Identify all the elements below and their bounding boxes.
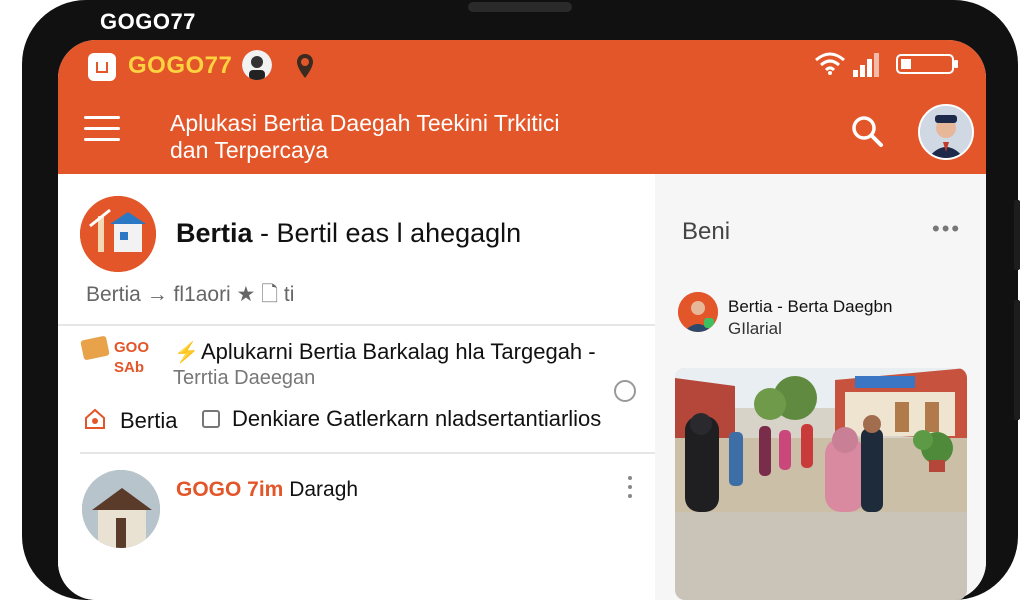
post-title-rest: - Bertil eas l ahegagln (252, 218, 522, 248)
notification-action-button[interactable] (614, 380, 636, 402)
home-icon (84, 408, 106, 430)
side-panel-more-icon[interactable]: ••• (932, 216, 961, 242)
row-title[interactable]: GOGO 7im Daragh (176, 478, 358, 502)
news-photo[interactable] (675, 368, 967, 600)
side-panel-title: Beni (682, 218, 731, 245)
side-card-subtitle: GIlarial (728, 319, 782, 338)
post-title-bold: Bertia (176, 218, 253, 248)
overlay-brand-text: GOGO77 (100, 9, 196, 34)
notification-logo-text-1: GOO (114, 339, 150, 356)
menu-icon[interactable] (84, 116, 120, 142)
app-headline: Aplukasi Bertia Daegah Teekini Trkitici … (170, 110, 810, 164)
phone-speaker (468, 2, 572, 12)
row-avatar[interactable] (82, 470, 160, 548)
location-pin-icon (294, 52, 316, 80)
headline-line-1: Aplukasi Bertia Daegah Teekini Trkitici (170, 110, 560, 136)
row-title-brand: GOGO 7im (176, 478, 284, 501)
notification-subtitle: Terrtia Daeegan (173, 367, 316, 389)
notification-logo-text-2: SAb (114, 359, 144, 376)
row-title-rest: Daragh (283, 478, 359, 501)
side-card-title[interactable]: Bertia - Berta Daegbn (728, 297, 892, 317)
copy-icon (202, 410, 220, 428)
battery-icon (896, 54, 954, 74)
notification-logo: GOO SAb (114, 338, 160, 384)
section-divider (58, 324, 655, 326)
app-bar: GOGO77 Aplukasi Bertia Daegah Teekini Tr… (58, 40, 986, 174)
section-divider (80, 452, 655, 454)
wifi-icon (814, 52, 846, 76)
profile-avatar[interactable] (918, 104, 974, 160)
side-card-avatar[interactable] (678, 292, 718, 332)
status-avatar-icon (242, 50, 272, 80)
item-label[interactable]: Bertia (120, 408, 177, 434)
post-title[interactable]: Bertia - Bertil eas l ahegagln (176, 218, 521, 249)
status-bar: GOGO77 (58, 40, 986, 90)
search-icon[interactable] (850, 114, 884, 148)
post-avatar[interactable] (80, 196, 156, 272)
more-vertical-icon[interactable] (628, 476, 632, 502)
bolt-icon: ⚡ (174, 342, 199, 364)
notification-title[interactable]: Aplukarni Bertia Barkalag hla Targegah - (201, 339, 596, 365)
phone-side-button (1014, 200, 1020, 270)
phone-side-button (1014, 300, 1020, 420)
brand-title: GOGO77 (128, 52, 233, 79)
headline-line-2: dan Terpercaya (170, 137, 329, 163)
signal-icon (852, 52, 882, 78)
battery-tip-icon (954, 60, 958, 68)
post-meta: Bertia → fl1aori ★ 🗋 ti (86, 283, 295, 306)
app-home-icon[interactable] (88, 53, 116, 81)
item-text[interactable]: Denkiare Gatlerkarn nladsertantiarlios (232, 406, 601, 432)
